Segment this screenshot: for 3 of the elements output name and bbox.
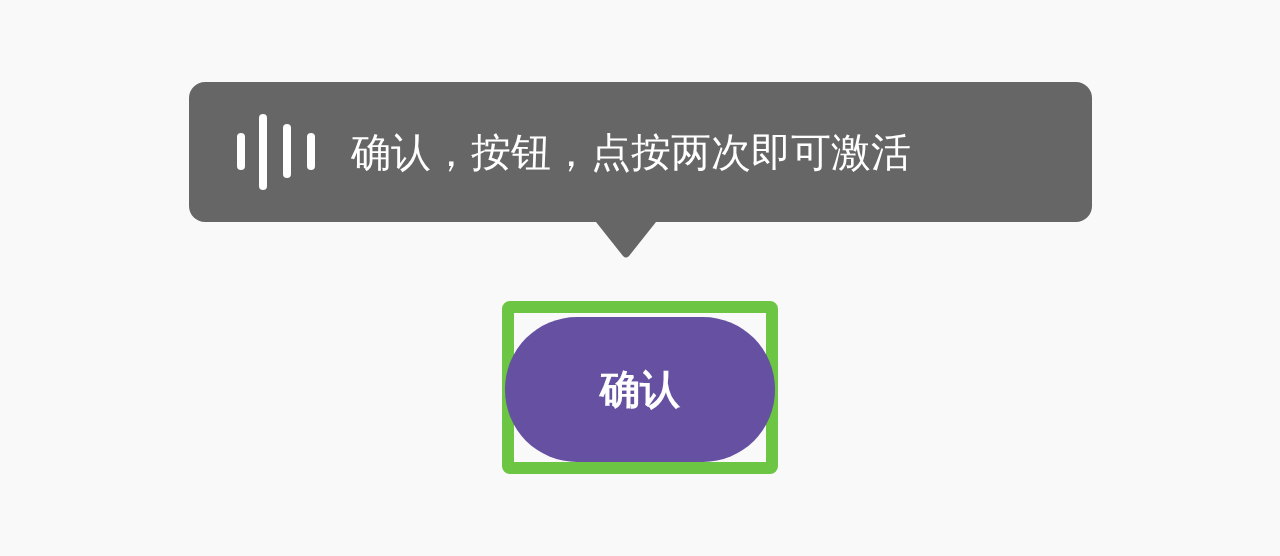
tooltip-text: 确认，按钮，点按两次即可激活 (350, 127, 911, 177)
confirm-button[interactable]: 确认 (505, 317, 775, 462)
audio-wave-icon (236, 114, 315, 190)
